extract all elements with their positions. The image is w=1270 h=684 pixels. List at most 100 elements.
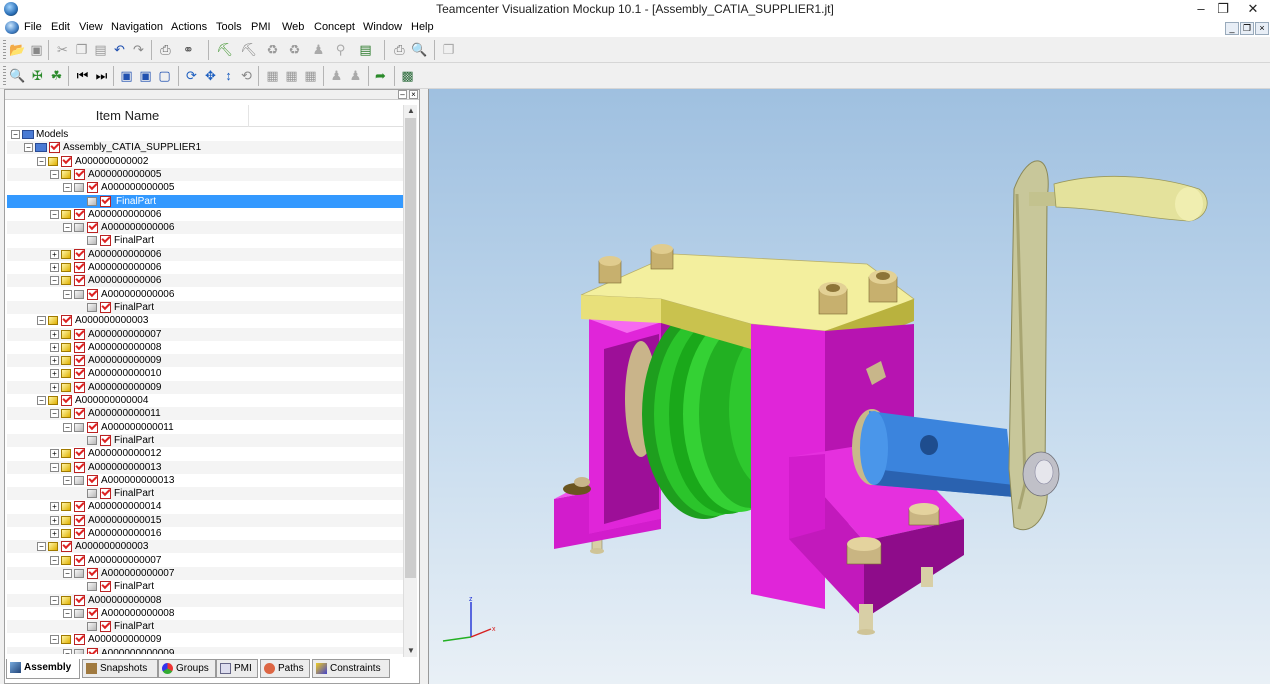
document-icon[interactable]	[5, 21, 19, 34]
visibility-checkbox-icon[interactable]	[100, 434, 111, 446]
visibility-checkbox-icon[interactable]	[74, 554, 85, 566]
tree-row[interactable]: + A000000000009	[7, 354, 403, 368]
tree-row[interactable]: − Models	[7, 128, 403, 141]
tree-row[interactable]: − A000000000006	[7, 288, 403, 301]
visibility-checkbox-icon[interactable]	[74, 368, 85, 380]
panel-pin-button[interactable]: –	[398, 90, 407, 99]
users-icon[interactable]: ♟	[310, 41, 327, 58]
collapse-icon[interactable]: −	[37, 542, 46, 552]
expand-icon[interactable]: +	[50, 382, 59, 392]
pan-icon[interactable]: ✥	[202, 67, 219, 84]
collapse-icon[interactable]: −	[37, 156, 46, 166]
visibility-checkbox-icon[interactable]	[74, 634, 85, 646]
tree-row[interactable]: + A000000000012	[7, 447, 403, 460]
mdi-minimize-button[interactable]: _	[1225, 22, 1239, 35]
tree-row[interactable]: − A000000000008	[7, 593, 403, 607]
first-view-icon[interactable]: ⏮	[74, 67, 91, 84]
collapse-icon[interactable]: −	[63, 223, 72, 233]
menu-edit[interactable]: Edit	[51, 21, 70, 33]
tab-snapshots[interactable]: Snapshots	[82, 659, 158, 678]
visibility-checkbox-icon[interactable]	[87, 474, 98, 486]
tree-row[interactable]: − A000000000002	[7, 155, 403, 168]
tree-row[interactable]: FinalPart	[7, 194, 403, 208]
tree-row[interactable]: − A000000000005	[7, 167, 403, 181]
spin-icon[interactable]: ⟲	[238, 67, 255, 84]
sync-icon[interactable]: ♻	[286, 41, 303, 58]
visibility-checkbox-icon[interactable]	[74, 208, 85, 220]
tree-row[interactable]: FinalPart	[7, 620, 403, 634]
menu-actions[interactable]: Actions	[171, 21, 207, 33]
visibility-checkbox-icon[interactable]	[100, 581, 111, 593]
scroll-thumb[interactable]	[405, 118, 416, 578]
collapse-icon[interactable]: −	[50, 276, 59, 286]
tree-row[interactable]: − A000000000013	[7, 460, 403, 474]
collapse-icon[interactable]: −	[50, 462, 59, 472]
visibility-checkbox-icon[interactable]	[100, 195, 111, 207]
print-preview-icon[interactable]: ⎙	[391, 41, 408, 58]
visibility-checkbox-icon[interactable]	[74, 248, 85, 260]
collapse-icon[interactable]: −	[63, 183, 72, 193]
menu-help[interactable]: Help	[411, 21, 434, 33]
tree-row[interactable]: − A000000000011	[7, 407, 403, 421]
expand-icon[interactable]: +	[50, 263, 59, 272]
zoom-updown-icon[interactable]: ↕	[220, 67, 237, 84]
scroll-down-icon[interactable]: ▼	[404, 645, 418, 657]
expand-icon[interactable]: +	[50, 329, 59, 339]
close-button[interactable]: ✕	[1236, 0, 1270, 18]
menu-web[interactable]: Web	[282, 21, 304, 33]
collapse-icon[interactable]: −	[50, 555, 59, 565]
book-icon[interactable]: ▤	[357, 41, 374, 58]
tree-row[interactable]: − A000000000006	[7, 208, 403, 221]
lock-icon[interactable]: ⚲	[332, 41, 349, 58]
collapse-icon[interactable]: −	[37, 396, 46, 405]
collapse-icon[interactable]: −	[50, 595, 59, 605]
print-icon[interactable]: ⎙	[157, 41, 174, 58]
visibility-checkbox-icon[interactable]	[74, 514, 85, 526]
collapse-icon[interactable]: −	[50, 169, 59, 179]
collapse-icon[interactable]: −	[50, 635, 59, 645]
toolbar-grip[interactable]	[3, 40, 6, 60]
collapse-icon[interactable]: −	[37, 316, 46, 326]
expand-icon[interactable]: +	[50, 502, 59, 512]
menu-pmi[interactable]: PMI	[251, 21, 271, 33]
visibility-checkbox-icon[interactable]	[87, 222, 98, 234]
tab-pmi[interactable]: PMI	[216, 659, 258, 678]
visibility-checkbox-icon[interactable]	[100, 621, 111, 633]
zoom-area-icon[interactable]: ▢	[156, 67, 173, 84]
tree-row[interactable]: + A000000000006	[7, 261, 403, 274]
tree-row[interactable]: − A000000000004	[7, 394, 403, 407]
expand-icon[interactable]: +	[50, 529, 59, 538]
show-icon[interactable]: ♟	[347, 67, 364, 84]
visibility-checkbox-icon[interactable]	[74, 341, 85, 353]
visibility-checkbox-icon[interactable]	[100, 235, 111, 247]
visibility-checkbox-icon[interactable]	[74, 528, 85, 539]
link-icon[interactable]: ⚭	[180, 41, 197, 58]
save-icon[interactable]: ▣	[28, 41, 45, 58]
collapse-icon[interactable]: −	[11, 130, 20, 139]
tree-row[interactable]: − A000000000006	[7, 221, 403, 235]
tree-row[interactable]: + A000000000015	[7, 513, 403, 527]
tree-row[interactable]: − A000000000007	[7, 554, 403, 567]
visibility-checkbox-icon[interactable]	[49, 142, 60, 154]
visibility-checkbox-icon[interactable]	[74, 262, 85, 273]
tree-row[interactable]: − A000000000007	[7, 566, 403, 580]
visibility-checkbox-icon[interactable]	[61, 155, 72, 167]
visibility-checkbox-icon[interactable]	[87, 567, 98, 579]
visibility-checkbox-icon[interactable]	[61, 541, 72, 553]
visibility-checkbox-icon[interactable]	[100, 488, 111, 500]
collapse-icon[interactable]: −	[63, 648, 72, 654]
section-icon[interactable]: ▦	[264, 67, 281, 84]
tree-row[interactable]: − A000000000003	[7, 314, 403, 327]
collapse-icon[interactable]: −	[63, 475, 72, 485]
zoom-icon[interactable]: 🔍	[9, 67, 26, 84]
tree-row[interactable]: FinalPart	[7, 580, 403, 593]
tab-groups[interactable]: Groups	[158, 659, 216, 678]
visibility-checkbox-icon[interactable]	[87, 607, 98, 619]
tree-row[interactable]: + A000000000009	[7, 380, 403, 394]
mdi-restore-button[interactable]: ❐	[1240, 22, 1254, 35]
visibility-checkbox-icon[interactable]	[74, 408, 85, 420]
visibility-checkbox-icon[interactable]	[74, 168, 85, 180]
assembly-tree[interactable]: − Models − Assembly_CATIA_SUPPLIER1 − A000000…	[7, 128, 403, 654]
menu-tools[interactable]: Tools	[216, 21, 242, 33]
visibility-checkbox-icon[interactable]	[74, 461, 85, 473]
